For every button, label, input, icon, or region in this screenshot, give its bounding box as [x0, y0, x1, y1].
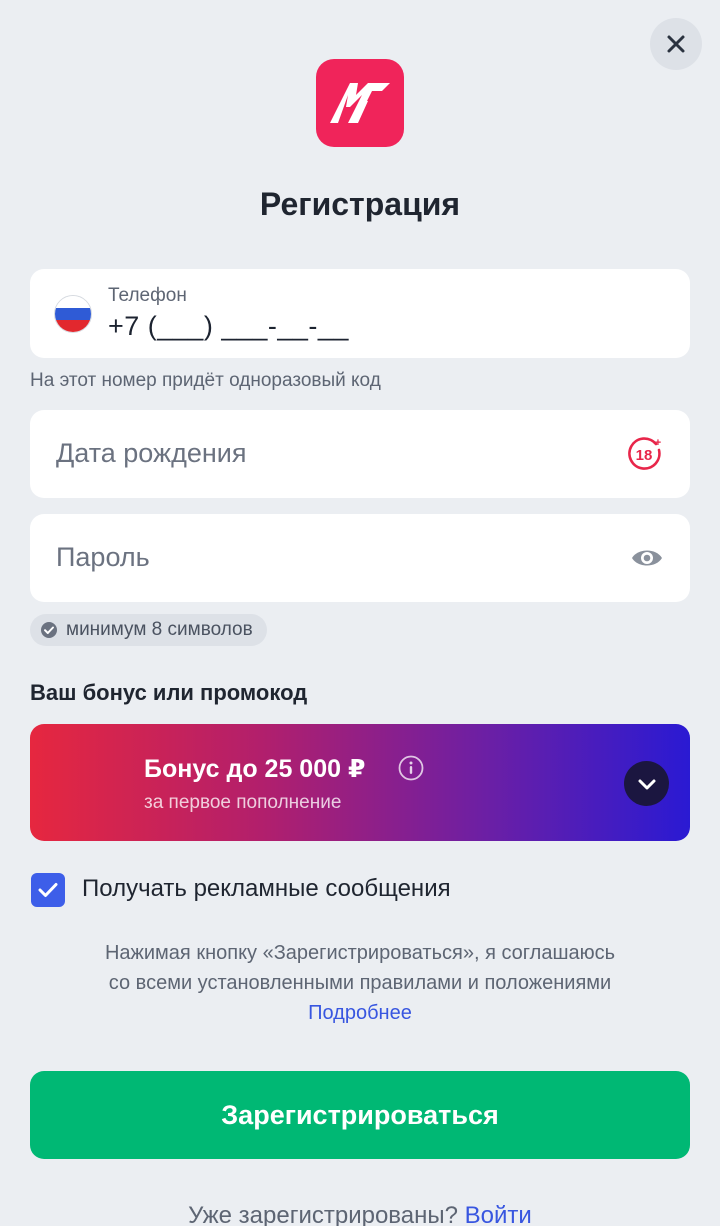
register-button[interactable]: Зарегистрироваться [30, 1071, 690, 1159]
bonus-card[interactable]: Бонус до 25 000 ₽ за первое пополнение [30, 724, 690, 841]
terms-line-1: Нажимая кнопку «Зарегистрироваться», я с… [104, 942, 616, 964]
terms-text: Нажимая кнопку «Зарегистрироваться», я с… [0, 938, 720, 1028]
bonus-section-title: Ваш бонус или промокод [30, 680, 308, 705]
password-rule-text: минимум 8 символов [66, 619, 253, 640]
bonus-subtitle: за первое пополнение [144, 792, 342, 813]
phone-label: Телефон [108, 285, 187, 306]
chevron-down-icon [638, 779, 655, 789]
birthdate-field[interactable]: Дата рождения 18 + [30, 410, 690, 498]
eye-icon[interactable] [630, 539, 664, 577]
info-icon[interactable] [398, 755, 424, 781]
age-18-plus-icon: 18 + [628, 437, 661, 470]
marketing-checkbox[interactable] [31, 873, 65, 907]
marketing-checkbox-label[interactable]: Получать рекламные сообщения [82, 875, 451, 903]
login-link[interactable]: Войти [465, 1202, 532, 1226]
checkmark-icon [38, 883, 58, 897]
login-prompt-text: Уже зарегистрированы? [188, 1202, 458, 1226]
svg-text:+: + [655, 437, 661, 449]
phone-hint: На этот номер придёт одноразовый код [30, 370, 381, 391]
terms-more-link[interactable]: Подробнее [308, 1002, 412, 1024]
close-icon [667, 35, 685, 53]
phone-input[interactable]: +7 (___) ___-__-__ [108, 311, 349, 342]
page-title: Регистрация [259, 186, 461, 222]
birthdate-input[interactable]: Дата рождения [56, 438, 246, 469]
registration-screen: Регистрация Телефон +7 (___) ___-__-__ Н… [0, 0, 720, 1226]
password-input[interactable]: Пароль [56, 542, 150, 573]
password-rule-badge: минимум 8 символов [30, 614, 267, 646]
bonus-expand-button[interactable] [624, 761, 669, 806]
close-button[interactable] [650, 18, 702, 70]
russia-flag-icon[interactable] [54, 295, 92, 333]
phone-field[interactable]: Телефон +7 (___) ___-__-__ [30, 269, 690, 358]
login-prompt: Уже зарегистрированы? Войти [0, 1202, 720, 1226]
password-field[interactable]: Пароль [30, 514, 690, 602]
svg-text:18: 18 [636, 447, 653, 464]
brand-logo [316, 59, 404, 147]
bonus-title: Бонус до 25 000 ₽ [144, 755, 366, 783]
terms-line-2: со всеми установленными правилами и поло… [108, 972, 612, 994]
check-circle-icon [41, 622, 57, 638]
